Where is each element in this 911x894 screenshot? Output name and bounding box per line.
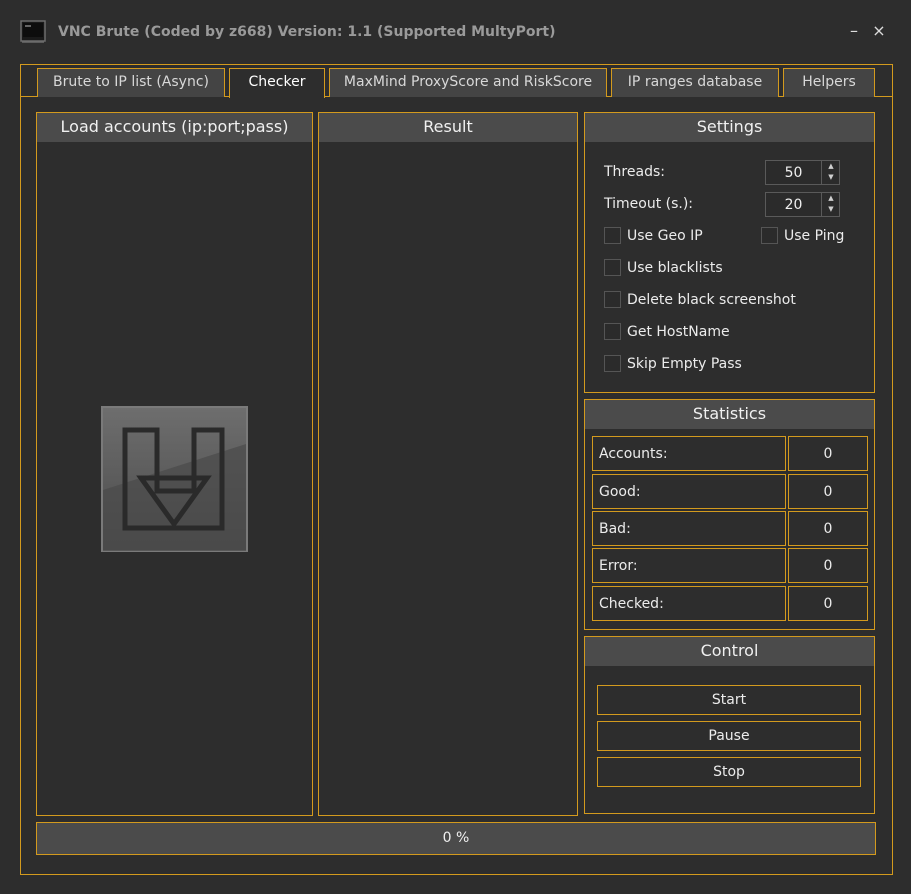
stat-checked-label: Checked: xyxy=(592,586,786,621)
delete-black-screenshot-label[interactable]: Delete black screenshot xyxy=(627,292,796,308)
use-geo-ip-label[interactable]: Use Geo IP xyxy=(627,228,703,244)
window-title: VNC Brute (Coded by z668) Version: 1.1 (… xyxy=(58,24,556,40)
threads-up-icon[interactable]: ▲ xyxy=(822,161,840,172)
statistics-header: Statistics xyxy=(585,400,874,429)
timeout-down-icon[interactable]: ▼ xyxy=(822,204,840,215)
result-header: Result xyxy=(319,113,577,142)
threads-value[interactable]: 50 xyxy=(766,161,821,184)
stat-error-label: Error: xyxy=(592,548,786,583)
control-panel: Control Start Pause Stop xyxy=(584,636,875,814)
get-hostname-checkbox[interactable] xyxy=(604,323,621,340)
result-panel[interactable]: Result xyxy=(318,112,578,816)
use-blacklists-label[interactable]: Use blacklists xyxy=(627,260,723,276)
terminal-icon xyxy=(20,20,46,43)
stat-good-label: Good: xyxy=(592,474,786,509)
delete-black-screenshot-checkbox[interactable] xyxy=(604,291,621,308)
tab-ip-ranges[interactable]: IP ranges database xyxy=(611,68,779,97)
use-geo-ip-checkbox[interactable] xyxy=(604,227,621,244)
timeout-up-icon[interactable]: ▲ xyxy=(822,193,840,204)
get-hostname-label[interactable]: Get HostName xyxy=(627,324,730,340)
use-ping-label[interactable]: Use Ping xyxy=(784,228,844,244)
skip-empty-pass-checkbox[interactable] xyxy=(604,355,621,372)
control-header: Control xyxy=(585,637,874,666)
timeout-value[interactable]: 20 xyxy=(766,193,821,216)
minimize-button[interactable]: – xyxy=(845,20,863,42)
stat-checked-value: 0 xyxy=(788,586,868,621)
stat-bad-value: 0 xyxy=(788,511,868,546)
threads-label: Threads: xyxy=(604,164,665,180)
progress-text: 0 % xyxy=(442,830,470,846)
skip-empty-pass-label[interactable]: Skip Empty Pass xyxy=(627,356,742,372)
close-button[interactable]: × xyxy=(870,20,888,42)
timeout-label: Timeout (s.): xyxy=(604,196,694,212)
title-bar: VNC Brute (Coded by z668) Version: 1.1 (… xyxy=(0,0,911,60)
threads-down-icon[interactable]: ▼ xyxy=(822,172,840,183)
load-accounts-panel[interactable]: Load accounts (ip:port;pass) xyxy=(36,112,313,816)
use-blacklists-checkbox[interactable] xyxy=(604,259,621,276)
stop-button[interactable]: Stop xyxy=(597,757,861,787)
stat-accounts-label: Accounts: xyxy=(592,436,786,471)
timeout-stepper[interactable]: 20 ▲ ▼ xyxy=(765,192,840,217)
progress-bar: 0 % xyxy=(36,822,876,855)
tab-checker[interactable]: Checker xyxy=(229,68,325,98)
use-ping-checkbox[interactable] xyxy=(761,227,778,244)
stat-good-value: 0 xyxy=(788,474,868,509)
download-arrow-icon[interactable] xyxy=(101,406,248,552)
timeout-stepper-arrows: ▲ ▼ xyxy=(821,193,839,216)
load-accounts-header: Load accounts (ip:port;pass) xyxy=(37,113,312,142)
pause-button[interactable]: Pause xyxy=(597,721,861,751)
tab-helpers[interactable]: Helpers xyxy=(783,68,875,97)
threads-stepper[interactable]: 50 ▲ ▼ xyxy=(765,160,840,185)
tab-maxmind[interactable]: MaxMind ProxyScore and RiskScore xyxy=(329,68,607,97)
start-button[interactable]: Start xyxy=(597,685,861,715)
main-window: VNC Brute (Coded by z668) Version: 1.1 (… xyxy=(0,0,911,894)
settings-header: Settings xyxy=(585,113,874,142)
settings-panel: Settings Threads: 50 ▲ ▼ Timeout (s.): 2… xyxy=(584,112,875,393)
stat-accounts-value: 0 xyxy=(788,436,868,471)
stat-bad-label: Bad: xyxy=(592,511,786,546)
statistics-panel: Statistics Accounts: 0 Good: 0 Bad: 0 Er… xyxy=(584,399,875,630)
stat-error-value: 0 xyxy=(788,548,868,583)
threads-stepper-arrows: ▲ ▼ xyxy=(821,161,839,184)
tab-brute-ip-list[interactable]: Brute to IP list (Async) xyxy=(37,68,225,97)
